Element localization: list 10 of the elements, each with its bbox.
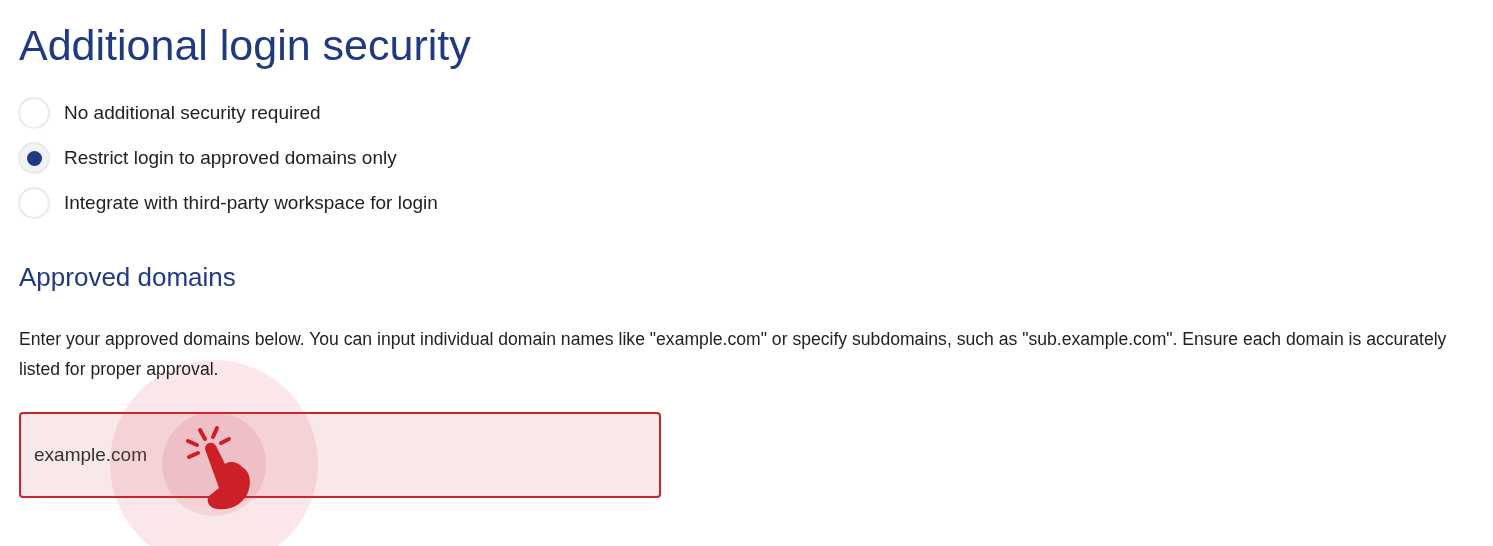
section-heading: Approved domains [19,261,237,294]
page-title: Additional login security [19,20,472,71]
radio-label[interactable]: Restrict login to approved domains only [64,147,397,169]
radio-label[interactable]: Integrate with third-party workspace for login [64,192,438,214]
radio-button[interactable] [19,143,49,173]
radio-button[interactable] [19,98,49,128]
radio-label[interactable]: No additional security required [64,102,321,124]
description-text: Enter your approved domains below. You can input individual domain names like "example.com" or specify subdomains, such as "sub.example.com". Ensure each domain is accurately listed for proper approval. [19,328,1448,381]
domain-input-field[interactable]: example.com [19,412,661,498]
radio-button[interactable] [19,188,49,218]
